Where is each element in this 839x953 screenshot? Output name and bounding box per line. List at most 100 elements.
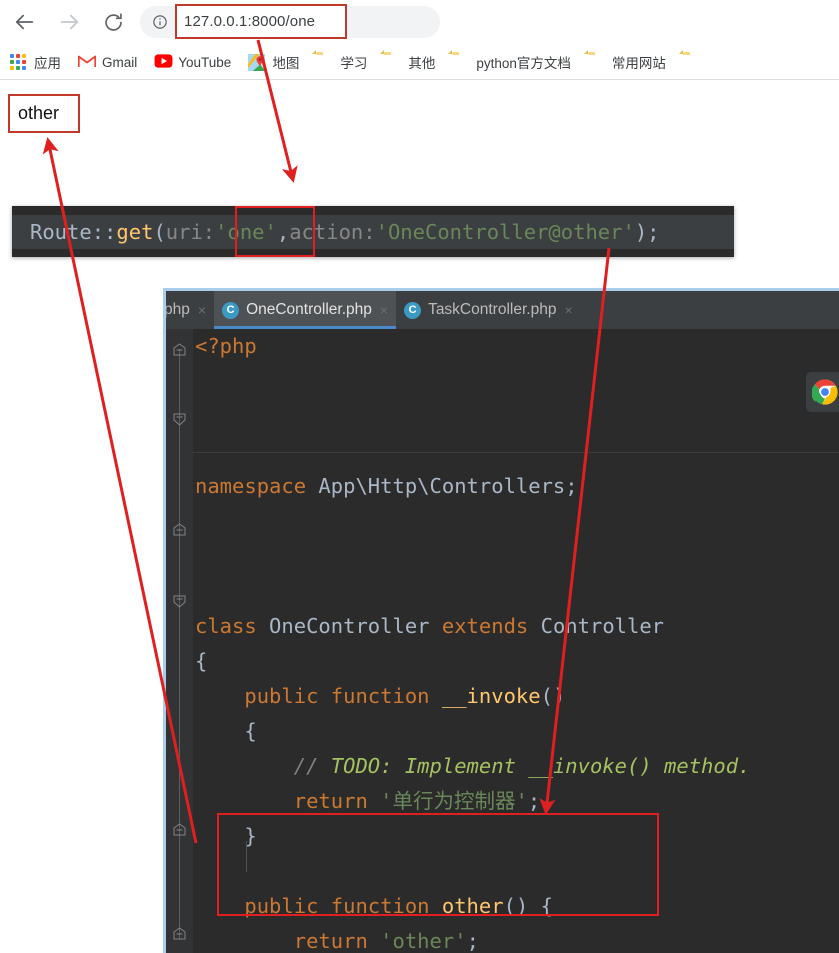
bookmark-folder-python-docs[interactable]: python官方文档 [445, 49, 578, 75]
close-icon[interactable]: × [198, 303, 206, 317]
code-token: other [441, 894, 504, 918]
editor-tab-bar: php × C OneController.php × C TaskController.p… [166, 291, 839, 329]
code-editor[interactable]: <?php namespace App\Http\Controllers; cl… [166, 329, 839, 953]
bookmark-label: YouTube [178, 54, 232, 70]
editor-tab-TaskController.php[interactable]: C TaskController.php × [396, 291, 581, 329]
code-token: // [293, 754, 331, 778]
back-arrow-icon [15, 14, 34, 30]
fold-marker-class-icon[interactable] [173, 343, 186, 356]
code-token: App\Http\Controllers; [306, 474, 578, 498]
code-text[interactable]: <?php namespace App\Http\Controllers; cl… [193, 329, 839, 953]
url-highlight-annotation: 127.0.0.1:8000/one [175, 4, 347, 39]
bookmark-apps[interactable]: 应用 [3, 49, 68, 75]
route-token: 'one' [215, 220, 277, 244]
route-token: ); [634, 220, 660, 244]
reload-icon [104, 12, 122, 31]
bookmark-label: 常用网站 [611, 56, 666, 71]
editor-tab-label: php [164, 301, 190, 318]
bookmark-maps[interactable]: 地图 [241, 49, 306, 75]
route-token: ( [153, 220, 166, 244]
code-token: <?php [195, 334, 257, 358]
code-line: public function other() { [193, 889, 839, 924]
code-line: { [193, 644, 839, 679]
fold-marker-invoke-icon[interactable] [173, 413, 186, 426]
code-line: class OneController extends Controller [193, 609, 839, 644]
editor-tab-php[interactable]: php × [164, 291, 214, 329]
info-circle-icon[interactable] [152, 14, 168, 30]
reload-button[interactable] [98, 7, 128, 37]
bookmark-folder-study[interactable]: 学习 [309, 49, 374, 75]
chrome-icon[interactable] [806, 372, 839, 412]
editor-tab-OneController.php[interactable]: C OneController.php × [214, 291, 397, 329]
folder-icon [588, 54, 605, 71]
code-token: return [293, 929, 368, 953]
close-icon[interactable]: × [380, 303, 388, 317]
route-code-snippet: Route:: get( uri: 'one', action: 'OneCont… [12, 206, 734, 257]
ide-window: php × C OneController.php × C TaskController.p… [163, 288, 839, 953]
php-class-icon: C [222, 301, 240, 319]
bookmark-folder-other[interactable]: 其他 [377, 49, 442, 75]
route-token: uri: [165, 220, 216, 244]
route-code-line: Route:: get( uri: 'one', action: 'OneCont… [12, 215, 734, 249]
route-token: Route:: [30, 220, 117, 244]
editor-gutter[interactable] [166, 329, 193, 953]
code-token: return [293, 789, 368, 813]
bookmark-gmail[interactable]: Gmail [71, 49, 144, 75]
close-icon[interactable]: × [564, 303, 572, 317]
code-line: public function __invoke() [193, 679, 839, 714]
bookmark-folder-common-sites[interactable]: 常用网站 [581, 49, 673, 75]
editor-tab-label: OneController.php [246, 301, 372, 318]
fold-marker-other-icon[interactable] [173, 595, 186, 608]
google-maps-icon [248, 53, 266, 71]
forward-arrow-icon [60, 14, 79, 30]
fold-marker-collapsed-b-icon[interactable] [173, 823, 186, 836]
route-token: action: [289, 220, 376, 244]
route-token: 'OneController@other' [375, 220, 635, 244]
code-line: return 'other'; [193, 924, 839, 953]
folder-icon [452, 54, 469, 71]
bookmark-label: 学习 [340, 56, 368, 71]
bookmarks-bar: 应用 Gmail YouTube 地图 学习 其他 python官方文档 常用网… [0, 45, 839, 80]
fold-marker-collapsed-a-icon[interactable] [173, 523, 186, 536]
bookmark-youtube[interactable]: YouTube [147, 49, 238, 75]
code-line: <?php [193, 329, 839, 364]
forward-button[interactable] [54, 7, 84, 37]
editor-tab-label: TaskController.php [428, 301, 557, 318]
code-line: namespace App\Http\Controllers; [193, 469, 839, 504]
code-token: ; [466, 929, 479, 953]
code-token: __invoke [441, 684, 541, 708]
fold-marker-class-end-icon[interactable] [173, 927, 186, 940]
page-output-text: other [18, 103, 60, 123]
page-output-highlight-annotation: other [8, 94, 80, 133]
code-token: } [195, 824, 257, 848]
url-text[interactable]: 127.0.0.1:8000/one [184, 13, 315, 30]
code-token: ; [527, 789, 541, 813]
youtube-icon [154, 53, 173, 71]
bookmark-label: 地图 [272, 56, 300, 71]
indent-guide [246, 841, 247, 872]
bookmark-folder-overflow[interactable] [676, 49, 714, 75]
gmail-icon [77, 54, 97, 71]
bookmark-label: Gmail [102, 54, 138, 70]
code-token: { [195, 649, 208, 673]
bookmark-label: 其他 [408, 56, 436, 71]
folder-icon [316, 54, 333, 71]
code-token: () { [503, 894, 553, 918]
back-button[interactable] [10, 7, 40, 37]
code-line: return '单行为控制器'; [193, 784, 839, 819]
code-token: '单行为控制器' [380, 789, 528, 813]
code-line: } [193, 819, 839, 854]
code-token: Controller [528, 614, 665, 638]
browser-toolbar: 127.0.0.1:8000/one [0, 0, 839, 45]
